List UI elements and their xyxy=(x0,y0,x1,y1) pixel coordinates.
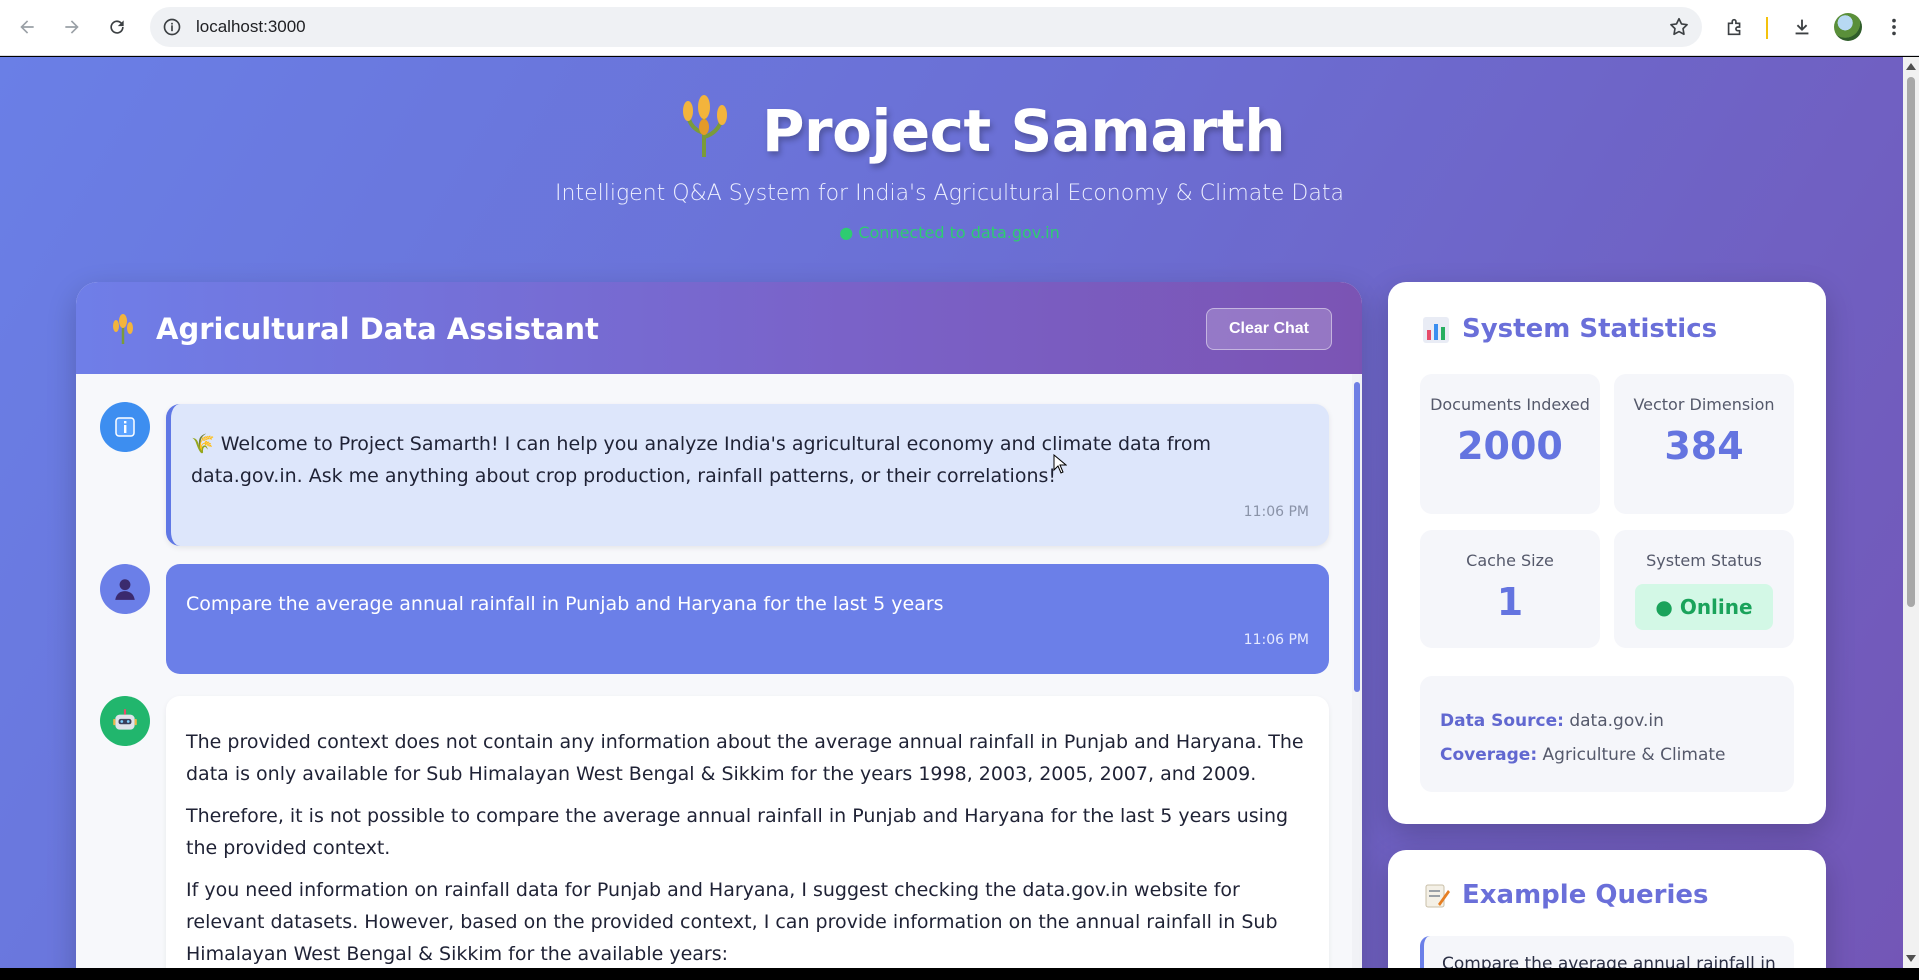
app-page: Project Samarth Intelligent Q&A System f… xyxy=(0,57,1919,968)
stat-label: Documents Indexed xyxy=(1430,395,1590,414)
message-text: 🌾 Welcome to Project Samarth! I can help… xyxy=(191,433,1212,487)
scroll-up-icon[interactable] xyxy=(1906,63,1916,70)
message-time: 11:06 PM xyxy=(1243,504,1309,520)
url-text: localhost:3000 xyxy=(196,17,306,36)
stat-value: 1 xyxy=(1496,580,1524,624)
extensions-icon[interactable] xyxy=(1720,12,1750,42)
data-source-box: Data Source: data.gov.in Coverage: Agric… xyxy=(1420,676,1794,792)
system-status-stat: System Status ● Online xyxy=(1614,530,1794,648)
stat-label: Vector Dimension xyxy=(1633,395,1775,414)
user-avatar-icon xyxy=(100,564,150,614)
site-info-icon[interactable] xyxy=(162,17,182,37)
scroll-down-icon[interactable] xyxy=(1906,955,1916,962)
stat-value: 2000 xyxy=(1457,424,1563,468)
info-avatar-icon xyxy=(100,402,150,452)
coverage-value: Agriculture & Climate xyxy=(1542,745,1726,765)
connection-status: ● Connected to data.gov.in xyxy=(839,223,1060,242)
stat-label: Cache Size xyxy=(1466,551,1554,570)
assistant-message: The provided context does not contain an… xyxy=(166,696,1329,968)
page-subtitle: Intelligent Q&A System for India's Agric… xyxy=(555,181,1344,206)
chat-header: Agricultural Data Assistant Clear Chat xyxy=(76,282,1362,374)
user-message: Compare the average annual rainfall in P… xyxy=(166,564,1329,674)
memo-icon xyxy=(1425,884,1450,908)
address-bar[interactable]: localhost:3000 xyxy=(150,7,1702,47)
page-scrollbar[interactable] xyxy=(1903,57,1919,968)
message-paragraph: If you need information on rainfall data… xyxy=(186,879,1278,965)
cache-size-stat: Cache Size 1 xyxy=(1420,530,1600,648)
chat-panel: Agricultural Data Assistant Clear Chat 🌾… xyxy=(76,282,1362,968)
wheat-icon xyxy=(113,314,133,344)
clear-chat-button[interactable]: Clear Chat xyxy=(1206,308,1332,350)
menu-kebab-icon[interactable] xyxy=(1879,12,1909,42)
examples-title: Example Queries xyxy=(1462,880,1709,910)
documents-stat: Documents Indexed 2000 xyxy=(1420,374,1600,514)
bookmark-star-icon[interactable] xyxy=(1668,16,1690,38)
reload-icon[interactable] xyxy=(100,10,134,44)
example-queries-card: Example Queries Compare the average annu… xyxy=(1388,850,1826,968)
browser-toolbar: localhost:3000 xyxy=(0,0,1919,56)
coverage-label: Coverage: xyxy=(1440,745,1538,765)
back-icon[interactable] xyxy=(10,10,44,44)
chat-scrollbar-thumb[interactable] xyxy=(1354,382,1360,692)
mouse-cursor-icon xyxy=(1053,454,1067,474)
message-text: Compare the average annual rainfall in P… xyxy=(186,593,944,615)
wheat-logo-icon xyxy=(683,95,727,157)
example-query-item[interactable]: Compare the average annual rainfall in xyxy=(1420,936,1794,968)
source-label: Data Source: xyxy=(1440,711,1564,731)
stat-value: 384 xyxy=(1664,424,1744,468)
stat-label: System Status xyxy=(1646,551,1762,570)
page-scrollbar-thumb[interactable] xyxy=(1907,77,1915,607)
source-value: data.gov.in xyxy=(1569,711,1664,731)
page-title: Project Samarth xyxy=(762,97,1286,165)
message-paragraph: Therefore, it is not possible to compare… xyxy=(186,805,1289,859)
chat-title: Agricultural Data Assistant xyxy=(156,312,599,346)
message-time: 11:06 PM xyxy=(1243,632,1309,648)
vector-dimension-stat: Vector Dimension 384 xyxy=(1614,374,1794,514)
status-badge: ● Online xyxy=(1635,584,1773,630)
message-paragraph: The provided context does not contain an… xyxy=(186,731,1304,785)
bar-chart-icon xyxy=(1423,317,1449,343)
forward-icon[interactable] xyxy=(55,10,89,44)
system-statistics-card: System Statistics Documents Indexed 2000… xyxy=(1388,282,1826,824)
system-message: 🌾 Welcome to Project Samarth! I can help… xyxy=(166,404,1329,546)
stats-title: System Statistics xyxy=(1462,314,1718,344)
profile-avatar[interactable] xyxy=(1834,13,1862,41)
bot-avatar-icon xyxy=(100,696,150,746)
download-icon[interactable] xyxy=(1787,12,1817,42)
toolbar-divider xyxy=(1766,17,1768,39)
